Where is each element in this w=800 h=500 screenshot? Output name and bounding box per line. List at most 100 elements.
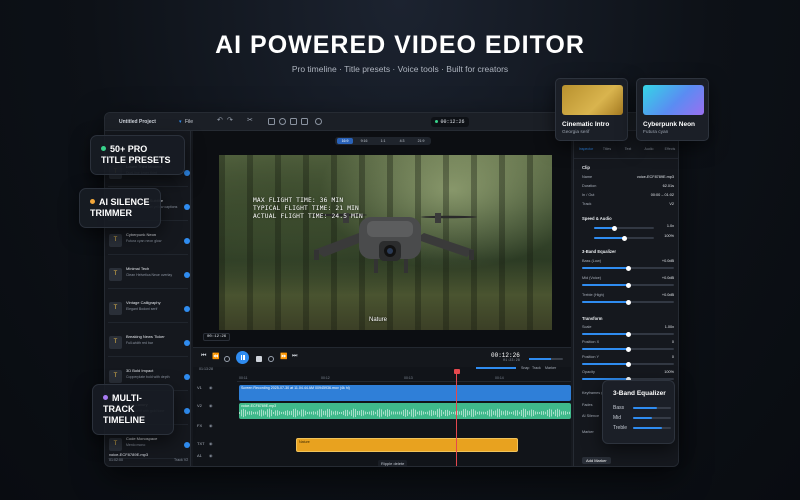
- ratio-tab[interactable]: 9:16: [356, 138, 372, 144]
- zoom-slider[interactable]: [476, 367, 516, 369]
- add-track-button[interactable]: Track: [532, 366, 541, 370]
- ratio-tab[interactable]: 4:3: [394, 138, 410, 144]
- add-preset-icon[interactable]: [184, 374, 190, 380]
- volume-slider-knob[interactable]: [622, 235, 627, 241]
- copy-icon[interactable]: [290, 118, 297, 125]
- title-preset-item[interactable]: T Vintage Calligraphy Elegant Bodoni serif: [108, 297, 190, 323]
- eq-card-title: 3-Band Equalizer: [613, 390, 666, 397]
- add-preset-icon[interactable]: [184, 170, 190, 176]
- eye-icon[interactable]: ◉: [209, 385, 213, 390]
- title-preset-item[interactable]: T Minimal Tech Clean Helvetica Neue overla…: [108, 263, 190, 289]
- ratio-tab[interactable]: 1:1: [375, 138, 391, 144]
- add-preset-icon[interactable]: [184, 442, 190, 448]
- title-preset-name: Breaking News Ticker: [126, 334, 165, 339]
- video-preview[interactable]: MAX FLIGHT TIME: 36 MIN TYPICAL FLIGHT T…: [219, 155, 552, 330]
- audio-clip[interactable]: voice-ECF8789E.mp3: [239, 403, 571, 419]
- split-icon[interactable]: [268, 118, 275, 125]
- track-header-v1[interactable]: V1 ◉: [193, 385, 237, 395]
- text-clip[interactable]: Nature: [296, 438, 518, 452]
- row-value: 00:00 – 01:02: [650, 193, 674, 197]
- inspector-tab[interactable]: Text: [618, 147, 638, 151]
- scissors-icon[interactable]: ✂: [247, 116, 254, 124]
- paste-icon[interactable]: [301, 118, 308, 125]
- rewind-icon[interactable]: ⏪: [212, 353, 219, 360]
- volume-slider[interactable]: [529, 358, 563, 360]
- magnet-icon[interactable]: [315, 118, 322, 125]
- slider-knob[interactable]: [626, 265, 631, 271]
- inspector-row[interactable]: Position Y 0: [582, 355, 674, 362]
- add-preset-icon[interactable]: [184, 238, 190, 244]
- inspector-row[interactable]: Mid (Voice) +0.0dB: [582, 276, 674, 283]
- eye-icon[interactable]: ◉: [209, 423, 213, 428]
- loop-icon[interactable]: [279, 118, 286, 125]
- stop-icon[interactable]: [256, 356, 262, 362]
- inspector-row[interactable]: Opacity 100%: [582, 370, 674, 377]
- add-preset-icon[interactable]: [184, 272, 190, 278]
- skip-end-icon[interactable]: ⏭: [292, 353, 298, 359]
- preset-swatch: [562, 85, 623, 115]
- loop-play-icon[interactable]: [224, 356, 230, 362]
- transform-section-title[interactable]: Transform: [582, 316, 602, 321]
- flight-time-overlay[interactable]: MAX FLIGHT TIME: 36 MIN TYPICAL FLIGHT T…: [253, 197, 363, 221]
- ripple-delete-button[interactable]: Ripple delete: [378, 460, 408, 466]
- track-header-v2[interactable]: V2 ◉: [193, 403, 237, 413]
- ratio-tab[interactable]: 21:9: [413, 138, 429, 144]
- slider-knob[interactable]: [626, 346, 631, 352]
- slider-knob[interactable]: [626, 282, 631, 288]
- inspector-row[interactable]: Position X 0: [582, 340, 674, 347]
- inspector-row[interactable]: Treble (High) +0.0dB: [582, 293, 674, 300]
- add-marker-button[interactable]: Add Marker: [582, 457, 611, 464]
- file-menu[interactable]: File: [185, 119, 193, 125]
- left-footer-duration: 01:02:00: [109, 458, 123, 462]
- slider-knob[interactable]: [626, 331, 631, 337]
- speed-section-title[interactable]: Speed & Audio: [582, 216, 612, 221]
- play-pause-button[interactable]: [236, 351, 249, 364]
- overlay-line: TYPICAL FLIGHT TIME: 21 MIN: [253, 205, 359, 212]
- speed-slider-knob[interactable]: [612, 225, 617, 231]
- inspector-row[interactable]: Scale 1.00x: [582, 325, 674, 332]
- add-preset-icon[interactable]: [184, 306, 190, 312]
- callout-text: MULTI-TRACK TIMELINE: [103, 393, 145, 425]
- skip-start-icon[interactable]: ⏮: [201, 353, 207, 359]
- video-clip[interactable]: Screen Recording 2025-07-30 at 11.04.44 …: [239, 385, 571, 401]
- track-header-txt[interactable]: TXT ◉: [193, 441, 237, 451]
- time-ruler[interactable]: 00:11 00:12 00:13 00:14: [237, 376, 571, 382]
- snap-button[interactable]: Snap: [521, 366, 529, 370]
- caption-text[interactable]: Nature: [369, 317, 387, 323]
- silence-label: AI Silence: [582, 414, 600, 418]
- playhead[interactable]: [453, 369, 460, 466]
- ratio-tab[interactable]: 16:9: [337, 138, 353, 144]
- callout-title-presets: 50+ PRO TITLE PRESETS: [90, 135, 185, 175]
- inspector-row: Track V2: [582, 202, 674, 209]
- title-preset-item[interactable]: T Cyberpunk Neon Futura cyan neon glow: [108, 229, 190, 255]
- undo-icon[interactable]: ↶: [217, 116, 224, 124]
- slider-knob[interactable]: [626, 361, 631, 367]
- inspector-row[interactable]: Bass (Low) +0.0dB: [582, 259, 674, 266]
- add-preset-icon[interactable]: [184, 408, 190, 414]
- add-preset-icon[interactable]: [184, 204, 190, 210]
- track-header-fx[interactable]: FX ◉: [193, 423, 237, 433]
- eye-icon[interactable]: ◉: [209, 403, 213, 408]
- marker-button[interactable]: Marker: [545, 366, 556, 370]
- overlay-line: ACTUAL FLIGHT TIME: 24.5 MIN: [253, 213, 363, 220]
- fast-forward-icon[interactable]: ⏩: [280, 353, 287, 360]
- title-preset-item[interactable]: T Breaking News Ticker Full-width red bar: [108, 331, 190, 357]
- video-clip-label: Screen Recording 2025-07-30 at 11.04.44 …: [241, 386, 350, 390]
- inspector-tab[interactable]: Inspector: [576, 147, 596, 151]
- track-header-a1[interactable]: A1 ◉: [193, 453, 237, 463]
- preset-card-cyberpunk[interactable]: Cyberpunk Neon Futura cyan: [636, 78, 709, 141]
- record-icon[interactable]: [268, 356, 274, 362]
- inspector-tab[interactable]: Titles: [597, 147, 617, 151]
- eye-icon[interactable]: ◉: [209, 441, 213, 446]
- preset-card-cinematic[interactable]: Cinematic Intro Georgia serif: [555, 78, 628, 141]
- inspector-tab[interactable]: Effects: [660, 147, 678, 151]
- eye-icon[interactable]: ◉: [209, 453, 213, 458]
- slider-knob[interactable]: [626, 299, 631, 305]
- project-name[interactable]: Untitled Project: [119, 119, 156, 125]
- redo-icon[interactable]: ↷: [227, 116, 234, 124]
- inspector-tab[interactable]: Audio: [639, 147, 659, 151]
- callout-text: AI SILENCE TRIMMER: [90, 197, 150, 218]
- title-preset-desc: Clean Helvetica Neue overlay: [126, 273, 173, 277]
- add-preset-icon[interactable]: [184, 340, 190, 346]
- file-menu-icon[interactable]: ▾: [179, 119, 182, 125]
